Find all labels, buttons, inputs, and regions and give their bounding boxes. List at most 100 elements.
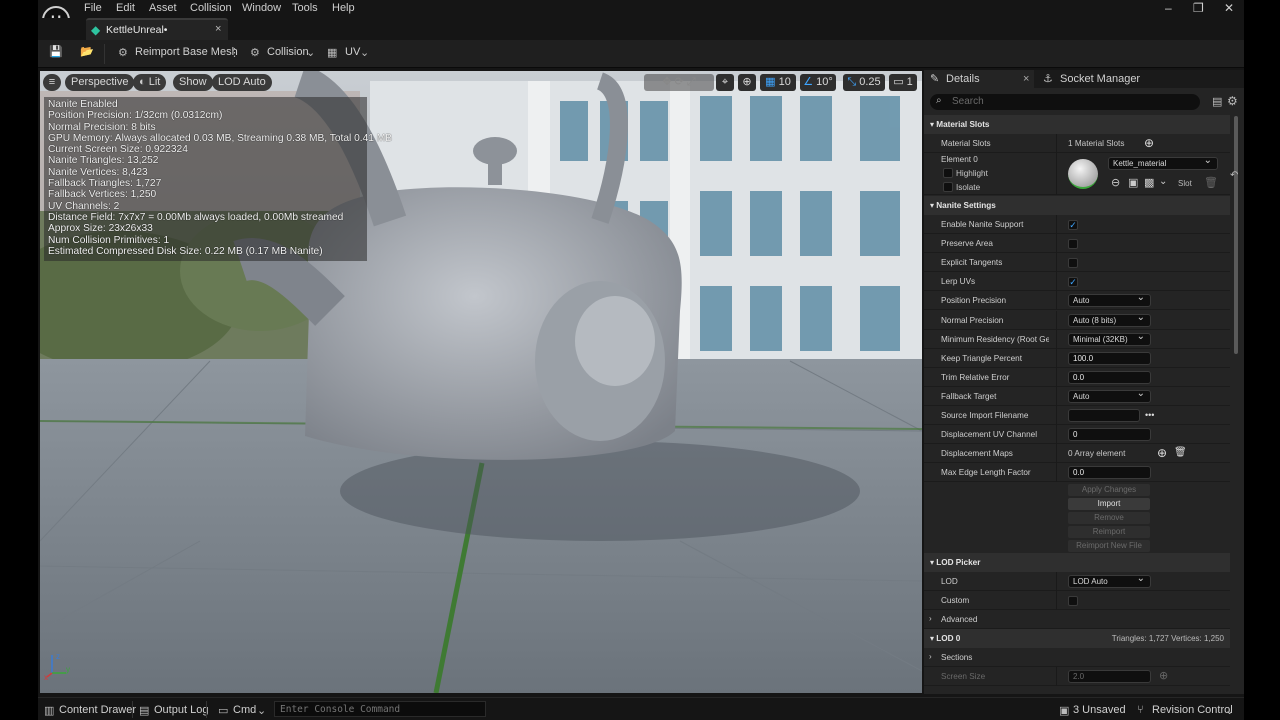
remove-button[interactable]: Remove (1068, 512, 1150, 524)
nanite-input[interactable]: 0.0 (1068, 466, 1151, 480)
nanite-checkbox[interactable] (1068, 239, 1078, 250)
add-screen-size-icon[interactable]: ⊕ (1159, 669, 1168, 682)
grid-snap-button[interactable]: ▦ 10 (760, 74, 796, 91)
table-view-icon[interactable]: ▤ (1212, 95, 1222, 108)
grid-snap-icon: ▦ (765, 76, 776, 88)
delete-slot-icon[interactable]: 🗑 (1204, 176, 1218, 189)
section-material-slots[interactable]: ▾ Material Slots (924, 115, 1230, 134)
browse-material-icon[interactable]: ▣ (1128, 176, 1138, 189)
nanite-row-label: Minimum Residency (Root Geom (941, 334, 1049, 344)
cmd-button[interactable]: Cmd (233, 704, 256, 716)
nanite-combo[interactable]: Auto (1068, 292, 1151, 308)
menu-help[interactable]: Help (332, 2, 355, 14)
isolate-label: Isolate (956, 183, 981, 192)
save-icon[interactable]: 💾 (49, 45, 63, 58)
camera-speed-button[interactable]: ▭ 1 (889, 74, 917, 91)
material-options-icon[interactable]: ▩ (1144, 176, 1154, 189)
nanite-row: Fallback Target Auto (924, 386, 1230, 406)
highlight-checkbox[interactable] (943, 168, 953, 178)
section-lod-picker[interactable]: ▾ LOD Picker (924, 553, 1230, 572)
reimport-new-file-button[interactable]: Reimport New File (1068, 540, 1150, 552)
reset-arrow-icon[interactable]: ↶ (1230, 170, 1238, 181)
output-log-button[interactable]: Output Log (154, 704, 208, 716)
use-selected-icon[interactable]: ⊖ (1111, 176, 1120, 189)
lod-combo[interactable]: LOD Auto (1068, 573, 1151, 588)
menu-tools[interactable]: Tools (292, 2, 318, 14)
unsaved-button[interactable]: 3 Unsaved (1073, 704, 1126, 716)
nanite-input[interactable]: 0.0 (1068, 370, 1151, 384)
browse-file-icon[interactable]: ••• (1145, 410, 1154, 420)
collision-chevron-down-icon[interactable]: ⌄ (306, 46, 315, 59)
lit-button[interactable]: ◐ Lit (133, 74, 167, 91)
more-options-icon[interactable]: ⋮ (229, 46, 240, 59)
nanite-checkbox[interactable]: ✓ (1068, 277, 1078, 288)
cmd-chevron-down-icon[interactable]: ⌄ (257, 704, 266, 717)
revision-control-chevron-icon[interactable]: ⌄ (1225, 704, 1234, 717)
section-lod-0[interactable]: ▾ LOD 0 Triangles: 1,727 Vertices: 1,250 (924, 629, 1230, 648)
lod-auto-button[interactable]: LOD Auto (212, 74, 272, 91)
row-sections[interactable]: › Sections (924, 648, 1230, 667)
console-command-input[interactable] (274, 701, 486, 717)
uv-chevron-down-icon[interactable]: ⌄ (360, 46, 369, 59)
isolate-checkbox[interactable] (943, 182, 953, 192)
menu-window[interactable]: Window (242, 2, 281, 14)
settings-gear-icon[interactable]: ⚙ (1227, 94, 1238, 108)
tab-socket-manager[interactable]: Socket Manager (1060, 70, 1140, 88)
perspective-button[interactable]: Perspective (65, 74, 135, 91)
custom-checkbox[interactable] (1068, 596, 1078, 606)
stat-line: Normal Precision: 8 bits (48, 121, 156, 133)
transform-tools-group[interactable]: ✥ ⟳ ⤢ (644, 74, 714, 91)
screen-size-input[interactable]: 2.0 (1068, 670, 1151, 683)
material-combo[interactable]: Kettle_material (1108, 155, 1218, 170)
close-window-icon[interactable]: ✕ (1224, 1, 1234, 15)
add-material-slot-icon[interactable]: ⊕ (1144, 136, 1154, 150)
material-chevron-down-icon[interactable]: ⌄ (1159, 176, 1167, 187)
nanite-input[interactable] (1068, 409, 1140, 422)
collision-button[interactable]: Collision (267, 46, 309, 58)
tab-details-close-icon[interactable]: × (1023, 70, 1029, 88)
section-nanite-settings-label: Nanite Settings (936, 201, 996, 210)
viewport-menu-icon[interactable]: ≡ (43, 74, 61, 91)
nanite-row: Displacement Maps ⊕ 🗑 0 Array element (924, 444, 1230, 464)
nanite-input[interactable]: 100.0 (1068, 351, 1151, 365)
nanite-combo[interactable]: Minimal (32KB) (1068, 331, 1151, 346)
reimport-button[interactable]: Reimport (1068, 526, 1150, 538)
tab-close-icon[interactable]: × (215, 23, 221, 35)
viewport[interactable]: ≡ Perspective ◐ Lit Show LOD Auto ✥ ⟳ ⤢ … (40, 71, 922, 693)
delete-array-icon[interactable]: 🗑 (1174, 447, 1187, 458)
add-array-element-icon[interactable]: ⊕ (1157, 446, 1167, 460)
nanite-checkbox[interactable] (1068, 258, 1078, 269)
material-thumbnail[interactable] (1068, 159, 1098, 189)
uv-button[interactable]: UV (345, 46, 360, 58)
menu-edit[interactable]: Edit (116, 2, 135, 14)
tab-kettle-unreal[interactable]: ◆ KettleUnreal• × (86, 18, 228, 40)
reimport-base-mesh-button[interactable]: Reimport Base Mesh (135, 46, 238, 58)
menu-file[interactable]: File (84, 2, 102, 14)
row-divider (1056, 425, 1057, 445)
nanite-input[interactable]: 0 (1068, 428, 1151, 442)
menu-asset[interactable]: Asset (149, 2, 177, 14)
surface-snap-icon[interactable]: ⌖ (716, 74, 734, 91)
revision-control-button[interactable]: Revision Control (1152, 704, 1233, 716)
details-search-input[interactable]: Search (930, 94, 1200, 110)
section-nanite-settings[interactable]: ▾ Nanite Settings (924, 196, 1230, 215)
nanite-combo[interactable]: Auto (8 bits) (1068, 312, 1151, 327)
world-local-icon[interactable]: ⊕ (738, 74, 756, 91)
menu-collision[interactable]: Collision (190, 2, 232, 14)
import-button[interactable]: Import (1068, 498, 1150, 510)
nanite-combo[interactable]: Auto (1068, 388, 1151, 403)
show-button[interactable]: Show (173, 74, 213, 91)
restore-icon[interactable]: ❐ (1193, 1, 1204, 15)
angle-snap-button[interactable]: ∠ 10° (800, 74, 836, 91)
apply-changes-button[interactable]: Apply Changes (1068, 484, 1150, 496)
nanite-checkbox[interactable]: ✓ (1068, 220, 1078, 230)
custom-label: Custom (941, 596, 970, 605)
scale-snap-button[interactable]: ⤡ 0.25 (843, 74, 885, 91)
row-advanced[interactable]: › Advanced (924, 610, 1230, 629)
content-drawer-button[interactable]: Content Drawer (59, 704, 136, 716)
details-scrollbar[interactable] (1234, 116, 1238, 354)
browse-icon[interactable]: 📂 (80, 45, 94, 58)
cmd-icon: ▭ (218, 705, 229, 717)
minimize-icon[interactable]: – (1165, 1, 1172, 15)
toolbar-divider (104, 44, 105, 64)
